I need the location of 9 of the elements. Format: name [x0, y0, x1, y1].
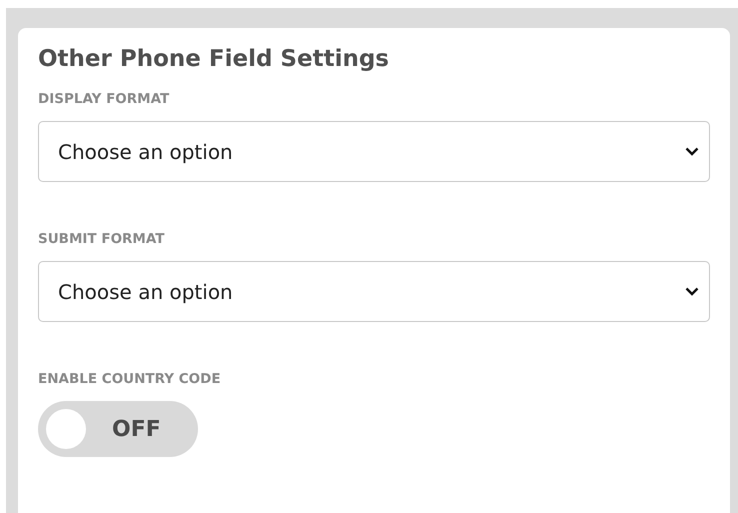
card-title: Other Phone Field Settings — [38, 46, 390, 72]
field-label: ENABLE COUNTRY CODE — [38, 371, 222, 387]
select-field[interactable]: Choose an option — [38, 121, 710, 182]
chevron-down-icon — [685, 147, 699, 156]
field-label: SUBMIT FORMAT — [38, 231, 166, 247]
chevron-down-icon — [685, 287, 699, 296]
field-label: DISPLAY FORMAT — [38, 91, 170, 107]
toggle-switch[interactable]: OFF — [38, 401, 198, 457]
select-field[interactable]: Choose an option — [38, 261, 710, 322]
